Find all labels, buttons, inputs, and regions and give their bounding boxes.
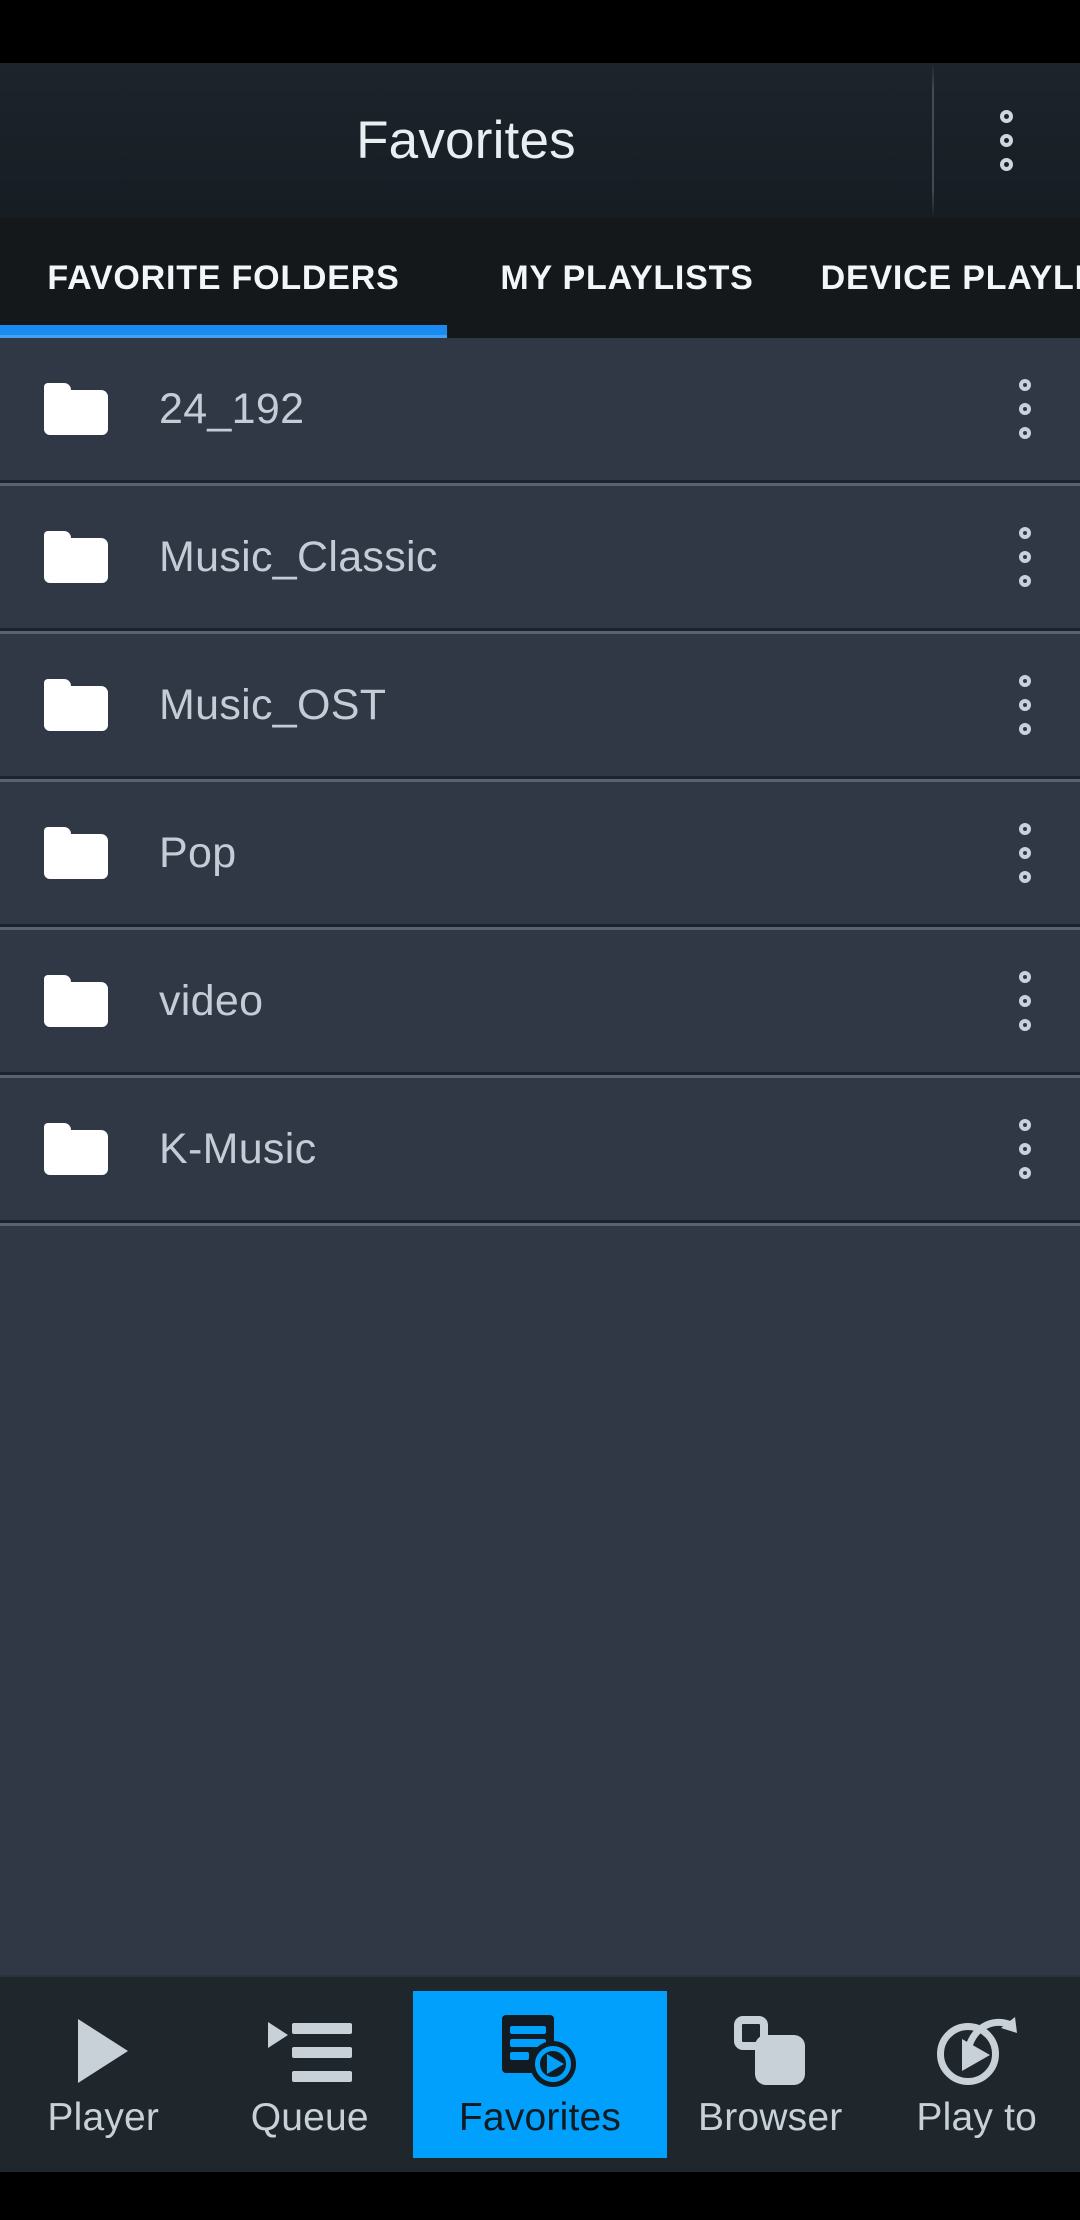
page-title: Favorites — [356, 111, 576, 170]
folder-icon — [44, 679, 108, 731]
folder-icon — [44, 1123, 108, 1175]
list-item[interactable]: video — [0, 930, 1080, 1072]
list-item-overflow-button[interactable] — [970, 338, 1080, 480]
list-item-overflow-button[interactable] — [970, 930, 1080, 1072]
play-icon — [78, 2012, 129, 2090]
tab-my-playlists[interactable]: MY PLAYLISTS — [447, 218, 807, 338]
playlist-queue-icon — [267, 2012, 352, 2090]
folder-icon — [44, 531, 108, 583]
tab-track: FAVORITE FOLDERS MY PLAYLISTS DEVICE PLA… — [0, 218, 1080, 338]
app-bar: Favorites — [0, 63, 1080, 218]
more-vertical-icon-dot-1 — [1019, 823, 1031, 835]
more-vertical-icon-dot-1 — [1019, 1119, 1031, 1131]
tab-favorite-folders[interactable]: FAVORITE FOLDERS — [0, 218, 447, 338]
status-bar — [0, 0, 1080, 63]
playlist-play-icon — [502, 2012, 578, 2090]
more-vertical-icon-dot-2 — [1019, 847, 1031, 859]
more-vertical-icon-dot-3 — [1019, 1019, 1031, 1031]
more-vertical-icon-dot-1 — [999, 110, 1013, 123]
more-vertical-icon-dot-3 — [1019, 575, 1031, 587]
more-vertical-icon-dot-2 — [1019, 551, 1031, 563]
more-vertical-icon-dot-1 — [1019, 379, 1031, 391]
nav-item-label: Browser — [698, 2096, 843, 2139]
folder-icon — [44, 975, 108, 1027]
list-item-label: K-Music — [159, 1124, 317, 1173]
list-item-label: Music_OST — [159, 680, 387, 729]
list-item-overflow-button[interactable] — [970, 782, 1080, 924]
list-item[interactable]: Music_OST — [0, 634, 1080, 776]
cast-play-icon — [935, 2012, 1019, 2090]
list-item-label: video — [159, 976, 264, 1025]
more-vertical-icon-dot-1 — [1019, 971, 1031, 983]
nav-item-label: Player — [47, 2096, 160, 2139]
more-vertical-icon-dot-2 — [1019, 699, 1031, 711]
list-item[interactable]: K-Music — [0, 1078, 1080, 1220]
curved-arrow-icon — [963, 2017, 1017, 2059]
favorite-folders-list: 24_192 Music_Classic Music_OST Pop video… — [0, 338, 1080, 1975]
bottom-navigation-bar: Player Queue Favorites Browser Play to — [0, 1975, 1080, 2172]
list-item[interactable]: 24_192 — [0, 338, 1080, 480]
more-vertical-icon-dot-2 — [1019, 1143, 1031, 1155]
list-item[interactable]: Music_Classic — [0, 486, 1080, 628]
nav-item-favorites[interactable]: Favorites — [413, 1977, 667, 2172]
list-item-overflow-button[interactable] — [970, 1078, 1080, 1220]
list-item[interactable]: Pop — [0, 782, 1080, 924]
stacked-squares-icon — [734, 2012, 806, 2090]
nav-item-queue[interactable]: Queue — [207, 1977, 414, 2172]
nav-item-label: Play to — [916, 2096, 1038, 2139]
more-vertical-icon-dot-3 — [999, 158, 1013, 171]
tab-strip[interactable]: FAVORITE FOLDERS MY PLAYLISTS DEVICE PLA… — [0, 218, 1080, 338]
list-item-label: 24_192 — [159, 384, 305, 433]
list-item-overflow-button[interactable] — [970, 634, 1080, 776]
system-gesture-bar — [0, 2172, 1080, 2220]
more-vertical-icon-dot-1 — [1019, 675, 1031, 687]
more-vertical-icon-dot-1 — [1019, 527, 1031, 539]
nav-item-player[interactable]: Player — [0, 1977, 207, 2172]
overflow-menu-button[interactable] — [932, 63, 1080, 218]
nav-item-label: Favorites — [458, 2096, 622, 2139]
more-vertical-icon-dot-2 — [999, 134, 1013, 147]
more-vertical-icon-dot-3 — [1019, 871, 1031, 883]
more-vertical-icon-dot-3 — [1019, 427, 1031, 439]
app-screen: Favorites FAVORITE FOLDERS MY PLAYLISTS … — [0, 0, 1080, 2220]
list-item-overflow-button[interactable] — [970, 486, 1080, 628]
tab-selected-indicator — [0, 325, 447, 338]
list-item-label: Pop — [159, 828, 237, 877]
more-vertical-icon-dot-2 — [1019, 403, 1031, 415]
more-vertical-icon-dot-3 — [1019, 1167, 1031, 1179]
more-vertical-icon-dot-2 — [1019, 995, 1031, 1007]
nav-item-browser[interactable]: Browser — [667, 1977, 874, 2172]
nav-item-play-to[interactable]: Play to — [874, 1977, 1080, 2172]
list-item-label: Music_Classic — [159, 532, 438, 581]
list-divider — [0, 1220, 1080, 1226]
more-vertical-icon-dot-3 — [1019, 723, 1031, 735]
tab-device-playlists[interactable]: DEVICE PLAYLISTS — [807, 218, 1080, 338]
nav-item-label: Queue — [250, 2096, 369, 2139]
folder-icon — [44, 383, 108, 435]
folder-icon — [44, 827, 108, 879]
